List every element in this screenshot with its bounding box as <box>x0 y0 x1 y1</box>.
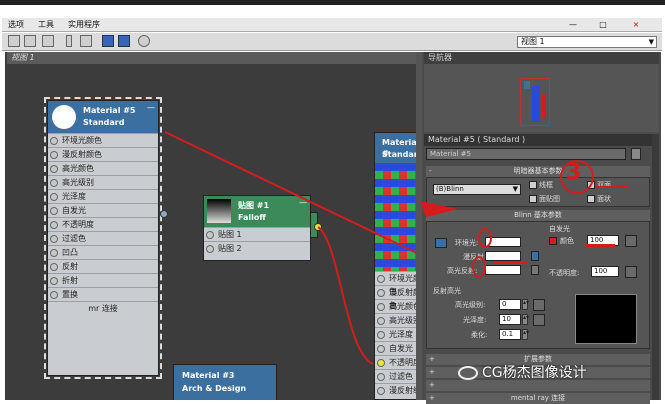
two-sided-label: 双面 <box>597 181 611 189</box>
faceted-checkbox[interactable] <box>587 195 595 203</box>
gloss-map-button[interactable] <box>533 314 545 326</box>
gloss-value[interactable]: 10 <box>499 314 521 325</box>
node-wires <box>164 131 422 365</box>
menu-options[interactable]: 选项 <box>8 19 24 30</box>
navigator-label: 导航器 <box>424 52 659 64</box>
spec-level-value[interactable]: 0 <box>499 299 521 310</box>
plus-icon: + <box>429 355 435 363</box>
soften-value[interactable]: 0.1 <box>499 329 521 340</box>
annotation-underline <box>585 244 615 247</box>
arrowhead-icon <box>420 201 458 217</box>
menu-tools[interactable]: 工具 <box>38 19 54 30</box>
specular-map-button[interactable] <box>531 265 539 275</box>
wire-label: 线框 <box>539 181 553 189</box>
navigator-view[interactable] <box>424 64 659 132</box>
highlight-curve-preview <box>575 294 637 344</box>
layout-icon[interactable] <box>24 35 36 47</box>
material-header: Material #5 ( Standard ) <box>424 134 659 146</box>
gloss-label: 光泽度: <box>463 316 487 324</box>
face-map-label: 面贴图 <box>539 195 560 203</box>
mental-ray-rollout[interactable]: + mental ray 连接 <box>426 393 650 404</box>
toolbar: 视图 1 ▼ <box>2 33 662 51</box>
diffuse-color-swatch[interactable] <box>485 251 521 261</box>
navigator-node-mark <box>524 81 530 89</box>
red-arrow-line <box>164 131 422 257</box>
view-select-value: 视图 1 <box>521 37 545 46</box>
blinn-rollout-title: Blinn 基本参数 <box>514 211 562 219</box>
spec-group-label: 反射高光 <box>433 287 461 295</box>
menu-bar: 选项 工具 实用程序 — □ × <box>2 18 662 32</box>
parameter-panel: 导航器 Material #5 ( Standard ) Material #5… <box>422 52 661 404</box>
title-strip <box>0 0 665 5</box>
plus-icon: + <box>429 381 435 389</box>
minus-icon: - <box>429 167 432 175</box>
spec-level-label: 高光级别: <box>455 301 486 309</box>
show-map-in-viewport-icon[interactable] <box>102 35 114 47</box>
maximize-button[interactable]: □ <box>597 20 609 30</box>
color-label: 颜色 <box>560 237 574 245</box>
shader-dropdown[interactable]: (B)Blinn ▼ <box>433 184 521 195</box>
blinn-section: 自发光 颜色 100 环境光: 漫反射: 高光反射: 不透明度: 100 反射高… <box>426 221 650 349</box>
chevron-down-icon: ▼ <box>648 38 654 46</box>
annotation-number: 3 <box>566 160 582 185</box>
spec-level-map-button[interactable] <box>533 299 545 311</box>
watermark: CG杨杰图像设计 <box>482 365 587 381</box>
spec-level-spinner[interactable]: ▴▾ <box>522 299 529 310</box>
navigator-node-mark <box>542 94 546 118</box>
annotation-circle-2 <box>472 256 486 278</box>
specular-color-swatch[interactable] <box>485 265 521 275</box>
show-background-icon[interactable] <box>42 35 54 47</box>
opacity-value[interactable]: 100 <box>591 266 619 277</box>
move-children-icon[interactable] <box>66 35 72 47</box>
pick-icon[interactable] <box>631 148 641 160</box>
zoom-icon[interactable] <box>138 35 150 47</box>
annotation-underline <box>596 186 628 188</box>
navigator-node-mark <box>532 86 540 122</box>
plus-icon: + <box>429 394 435 402</box>
wire-checkbox[interactable] <box>529 181 537 189</box>
face-map-checkbox[interactable] <box>529 195 537 203</box>
shader-rollout-title: 明暗器基本参数 <box>513 167 563 175</box>
soften-spinner[interactable]: ▴▾ <box>522 329 529 340</box>
self-illum-color-checkbox[interactable] <box>549 237 557 245</box>
extended-rollout-title: 扩展参数 <box>524 355 552 363</box>
chevron-down-icon: ▼ <box>512 185 518 193</box>
wechat-icon <box>458 366 478 380</box>
shader-dropdown-value: (B)Blinn <box>436 185 464 193</box>
soften-label: 柔化: <box>471 331 488 339</box>
lock-icon[interactable] <box>435 238 447 248</box>
minimize-button[interactable]: — <box>567 20 579 30</box>
diffuse-map-button[interactable] <box>531 251 539 261</box>
panel-scrollbar[interactable] <box>652 134 659 400</box>
node-viewport[interactable]: 视图 1 Material #5 Standard — 环境光颜色 漫反射颜色 … <box>5 52 422 400</box>
parameter-editor-icon[interactable] <box>118 35 130 47</box>
opacity-map-button[interactable] <box>625 266 637 278</box>
self-illum-label: 自发光 <box>549 225 570 233</box>
layout-children-icon[interactable] <box>80 35 92 47</box>
close-button[interactable]: × <box>630 20 642 30</box>
pick-material-icon[interactable] <box>8 35 20 47</box>
self-illum-map-button[interactable] <box>625 235 637 247</box>
shader-rollout[interactable]: - 明暗器基本参数 <box>426 166 650 177</box>
mental-ray-rollout-title: mental ray 连接 <box>510 394 566 402</box>
menu-utilities[interactable]: 实用程序 <box>68 19 100 30</box>
faceted-label: 面状 <box>597 195 611 203</box>
ambient-label: 环境光: <box>455 239 479 247</box>
plus-icon: + <box>429 368 435 376</box>
annotation-circle-1 <box>478 228 492 248</box>
view-select[interactable]: 视图 1 ▼ <box>517 36 657 48</box>
gloss-spinner[interactable]: ▴▾ <box>522 314 529 325</box>
screenshot-stage: 选项 工具 实用程序 — □ × 视图 1 ▼ 视图 1 Material #5… <box>0 0 665 404</box>
material-name-field[interactable]: Material #5 <box>426 148 626 160</box>
annotation-underline <box>493 262 527 264</box>
opacity-label: 不透明度: <box>549 269 580 277</box>
map-to-opacity-wire <box>317 226 374 365</box>
